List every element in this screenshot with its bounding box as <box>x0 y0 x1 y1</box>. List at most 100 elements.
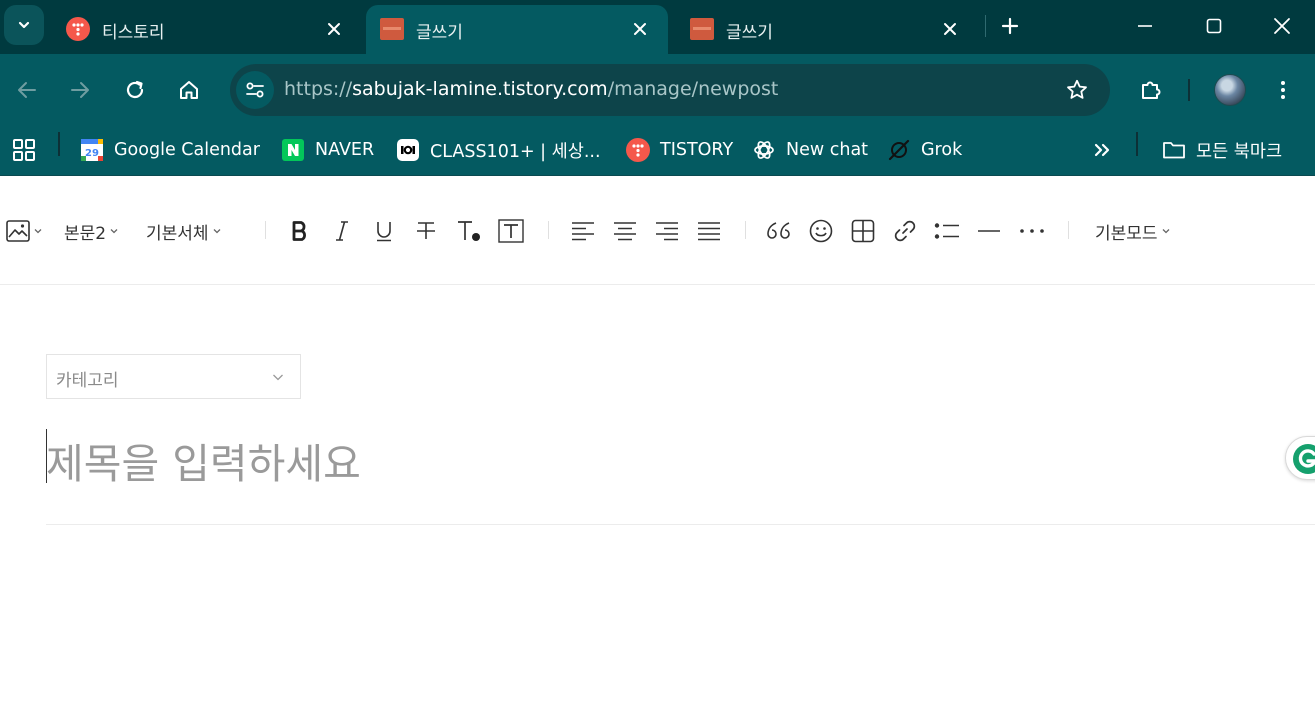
bookmark-google-calendar[interactable]: 29 Google Calendar <box>80 132 260 168</box>
more-horizontal-icon <box>1020 229 1044 233</box>
font-family-label: 기본서체 <box>146 223 209 244</box>
bookmark-label: NAVER <box>315 140 375 160</box>
reload-button[interactable] <box>117 72 153 108</box>
profile-avatar[interactable] <box>1214 74 1246 106</box>
bookmark-label: Grok <box>921 140 963 160</box>
bookmark-class101[interactable]: CLASS101+ | 세상... <box>396 132 601 168</box>
tab-newpost[interactable]: 글쓰기 <box>676 5 978 54</box>
arrow-left-icon <box>18 82 36 98</box>
address-bar[interactable]: https://sabujak-lamine.tistory.com/manag… <box>230 64 1110 116</box>
tab-tistory[interactable]: 티스토리 <box>52 5 362 54</box>
align-right-button[interactable] <box>653 215 681 247</box>
new-tab-button[interactable] <box>996 12 1024 40</box>
align-center-button[interactable] <box>611 215 639 247</box>
text-color-icon <box>458 221 480 241</box>
arrow-right-icon <box>71 82 89 98</box>
bookmark-grok[interactable]: Grok <box>887 132 962 168</box>
bookmark-new-chat[interactable]: New chat <box>752 132 868 168</box>
editor-mode-label: 기본모드 <box>1095 223 1158 244</box>
editor-mode-dropdown[interactable]: 기본모드 <box>1095 215 1171 247</box>
horizontal-rule-button[interactable] <box>975 215 1003 247</box>
plus-icon <box>1001 17 1019 35</box>
link-icon <box>894 220 916 242</box>
url-path: /manage/newpost <box>607 78 779 100</box>
align-justify-button[interactable] <box>695 215 723 247</box>
bookmarks-overflow-button[interactable] <box>1090 132 1114 168</box>
site-info-button[interactable] <box>236 71 274 109</box>
all-bookmarks-button[interactable]: 모든 북마크 <box>1162 132 1282 168</box>
toolbar-divider <box>265 221 266 239</box>
close-tab-button[interactable] <box>322 17 346 41</box>
bookmark-star-button[interactable] <box>1064 77 1090 103</box>
chevron-down-icon <box>18 21 30 29</box>
close-tab-button[interactable] <box>628 17 652 41</box>
emoticon-button[interactable] <box>807 215 835 247</box>
toolbar-separator <box>1188 79 1190 101</box>
toolbar-divider <box>548 221 549 239</box>
browser-toolbar: https://sabujak-lamine.tistory.com/manag… <box>0 54 1315 126</box>
extensions-button[interactable] <box>1133 72 1169 108</box>
strikethrough-button[interactable] <box>412 215 440 247</box>
url-scheme: https:// <box>284 78 353 100</box>
title-divider <box>46 524 1315 525</box>
bookmark-tistory[interactable]: TISTORY <box>626 132 733 168</box>
bookmark-label: TISTORY <box>660 140 734 160</box>
paragraph-style-dropdown[interactable]: 본문2 <box>64 215 119 247</box>
text-caret <box>46 429 47 483</box>
bookmark-label: 모든 북마크 <box>1196 141 1283 162</box>
bookmark-label: New chat <box>786 140 869 160</box>
tune-icon <box>246 82 264 98</box>
font-family-dropdown[interactable]: 기본서체 <box>146 215 222 247</box>
close-icon <box>1274 18 1290 34</box>
text-color-button[interactable] <box>454 215 484 247</box>
bookmark-label: Google Calendar <box>114 140 260 160</box>
link-button[interactable] <box>891 215 919 247</box>
more-options-button[interactable] <box>1016 215 1048 247</box>
tab-newpost-active[interactable]: 글쓰기 <box>366 5 668 54</box>
tab-strip: 티스토리 글쓰기 글쓰기 <box>0 0 1315 54</box>
more-vertical-icon <box>1281 81 1285 99</box>
bullet-list-button[interactable] <box>933 215 961 247</box>
quote-button[interactable] <box>765 215 793 247</box>
table-button[interactable] <box>849 215 877 247</box>
tab-title: 글쓰기 <box>726 23 773 43</box>
maximize-icon <box>1206 18 1222 34</box>
table-icon <box>851 219 875 243</box>
back-button[interactable] <box>9 72 45 108</box>
bookmark-naver[interactable]: NAVER <box>281 132 374 168</box>
align-right-icon <box>656 222 678 241</box>
italic-button[interactable] <box>328 215 356 247</box>
class101-icon <box>396 138 420 162</box>
paragraph-style-label: 본문2 <box>64 223 107 244</box>
toolbar-divider <box>1068 221 1069 239</box>
underline-button[interactable] <box>370 215 398 247</box>
maximize-button[interactable] <box>1197 10 1231 42</box>
category-select[interactable]: 카테고리 <box>46 354 301 399</box>
url-text: https://sabujak-lamine.tistory.com/manag… <box>284 78 778 100</box>
tab-separator <box>985 15 986 37</box>
tab-search-button[interactable] <box>4 5 44 45</box>
smiley-icon <box>809 219 833 243</box>
apps-button[interactable] <box>12 132 36 168</box>
text-background-button[interactable] <box>497 215 525 247</box>
italic-icon <box>336 221 348 241</box>
close-tab-button[interactable] <box>938 17 962 41</box>
grammarly-button[interactable] <box>1285 436 1315 480</box>
minimize-button[interactable] <box>1128 10 1162 42</box>
align-left-button[interactable] <box>569 215 597 247</box>
bold-button[interactable] <box>286 215 314 247</box>
align-left-icon <box>572 222 594 241</box>
chevron-down-icon <box>1162 229 1170 234</box>
home-button[interactable] <box>171 72 207 108</box>
horizontal-line-icon <box>978 230 1000 232</box>
bookmarks-bar: 29 Google Calendar NAVER CLASS101+ | 세상.… <box>0 126 1315 176</box>
tistory-post-icon <box>690 18 714 40</box>
insert-media-button[interactable] <box>4 215 44 247</box>
tab-title: 글쓰기 <box>416 23 463 43</box>
post-title-input[interactable]: 제목을 입력하세요 <box>46 425 1286 488</box>
bookmark-separator <box>58 132 60 156</box>
browser-menu-button[interactable] <box>1265 72 1301 108</box>
forward-button[interactable] <box>62 72 98 108</box>
toolbar-divider <box>745 221 746 239</box>
close-window-button[interactable] <box>1265 10 1299 42</box>
